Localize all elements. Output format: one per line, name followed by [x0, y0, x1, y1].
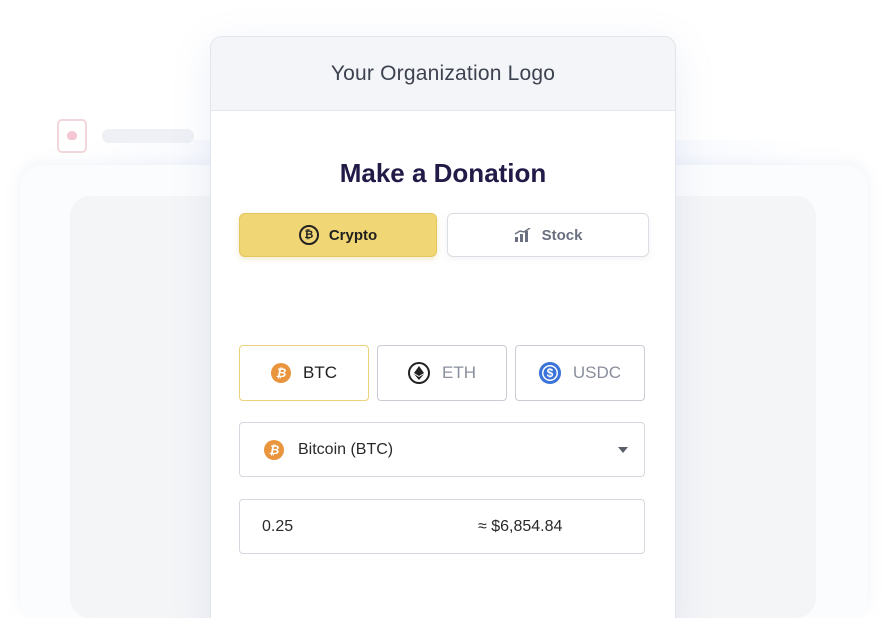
widget-header: Your Organization Logo	[211, 37, 675, 111]
crypto-tab-label: Crypto	[328, 226, 378, 244]
document-heart-icon	[57, 119, 87, 153]
amount-field[interactable]: ≈ $6,854.84	[239, 499, 645, 554]
bitcoin-icon: ₿	[271, 363, 291, 383]
donation-widget: Your Organization Logo Make a Donation ₿…	[210, 36, 676, 618]
stock-tab-button[interactable]: Stock	[447, 213, 649, 257]
ethereum-icon	[408, 362, 430, 384]
usdc-icon: $	[538, 362, 561, 384]
page-title: Make a Donation	[339, 158, 547, 188]
stock-tab-label: Stock	[541, 226, 583, 244]
currency-select-value: Bitcoin (BTC)	[298, 440, 394, 458]
eth-coin-label: ETH	[442, 363, 476, 382]
eth-coin-button[interactable]: ETH	[377, 345, 507, 401]
btc-coin-button[interactable]: ₿ BTC	[239, 345, 369, 401]
usd-estimate: ≈ $6,854.84	[478, 517, 563, 535]
usdc-coin-label: USDC	[572, 363, 622, 382]
crypto-tab-button[interactable]: ₿ Crypto	[239, 213, 437, 257]
btc-coin-label: BTC	[303, 363, 337, 382]
currency-select[interactable]: ₿ Bitcoin (BTC)	[239, 422, 645, 477]
bitcoin-outline-icon: ₿	[298, 225, 319, 245]
amount-input[interactable]	[262, 517, 462, 536]
stock-chart-icon	[514, 228, 532, 242]
organization-logo: Your Organization Logo	[330, 61, 556, 85]
usdc-coin-button[interactable]: $ USDC	[515, 345, 645, 401]
chevron-down-icon	[618, 446, 628, 453]
bitcoin-icon: ₿	[264, 439, 284, 460]
placeholder-bar	[102, 129, 194, 143]
